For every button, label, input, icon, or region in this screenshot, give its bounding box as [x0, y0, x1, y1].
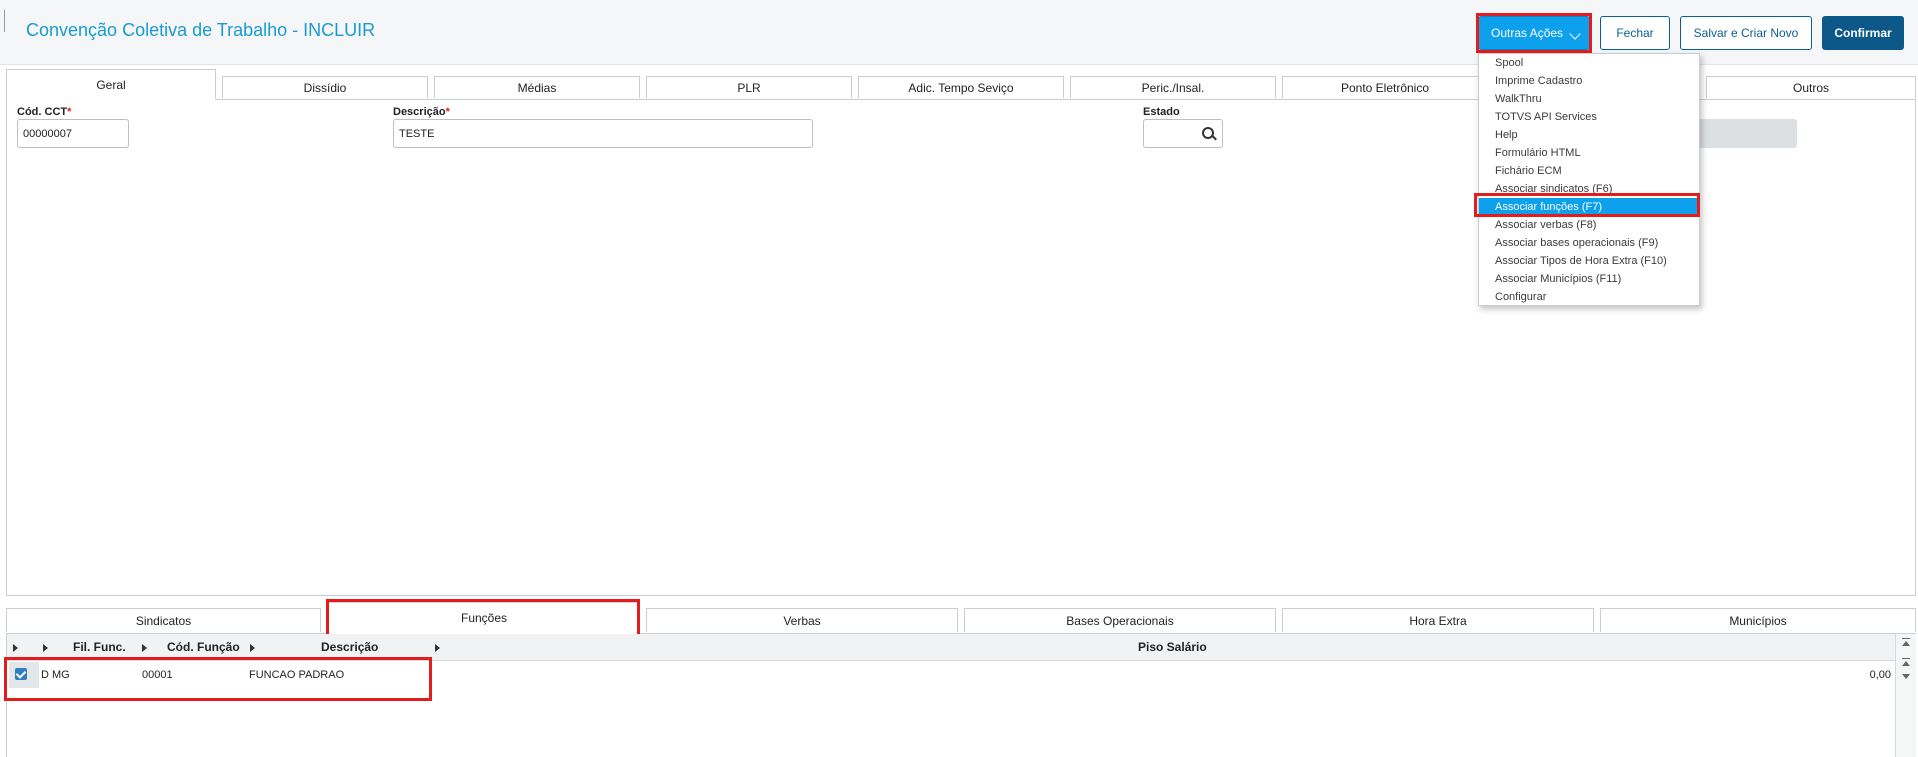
menu-item-configurar[interactable]: Configurar: [1479, 288, 1697, 306]
row-select-cell[interactable]: [9, 662, 39, 688]
estado-input[interactable]: [1143, 119, 1223, 148]
cod-cct-input[interactable]: 00000007: [17, 119, 129, 148]
menu-item-associar-hora-extra[interactable]: Associar Tipos de Hora Extra (F10): [1479, 252, 1697, 270]
menu-item-fichario-ecm[interactable]: Fichário ECM: [1479, 162, 1697, 180]
tab-peric-insal[interactable]: Peric./Insal.: [1070, 76, 1276, 98]
descricao-input[interactable]: TESTE: [393, 119, 813, 148]
cell-descricao: FUNCAO PADRAO: [249, 669, 345, 681]
cell-cod-funcao: 00001: [142, 669, 173, 681]
funcoes-grid: Fil. Func. Cód. Função Descrição Piso Sa…: [6, 634, 1916, 757]
col-cod-funcao[interactable]: Cód. Função: [167, 640, 240, 654]
menu-item-spool[interactable]: Spool: [1479, 54, 1697, 72]
menu-item-associar-verbas[interactable]: Associar verbas (F8): [1479, 216, 1697, 234]
salvar-criar-button[interactable]: Salvar e Criar Novo: [1680, 16, 1812, 50]
menu-item-walkthru[interactable]: WalkThru: [1479, 90, 1697, 108]
grid-scrollbar[interactable]: [1895, 634, 1916, 757]
tab-funcoes[interactable]: Funções: [328, 602, 640, 634]
tab-outros[interactable]: Outros: [1706, 76, 1916, 98]
menu-item-help[interactable]: Help: [1479, 126, 1697, 144]
bottom-tabs: Sindicatos Funções Verbas Bases Operacio…: [6, 602, 1916, 634]
scroll-down-icon[interactable]: [1902, 674, 1910, 679]
col-descricao[interactable]: Descrição: [321, 640, 378, 654]
table-row[interactable]: D MG 00001 FUNCAO PADRAO 0,00: [7, 662, 1895, 688]
column-arrow-icon[interactable]: [142, 644, 147, 652]
tab-plr[interactable]: PLR: [646, 76, 852, 98]
chevron-down-icon: [1569, 28, 1581, 40]
menu-item-formulario-html[interactable]: Formulário HTML: [1479, 144, 1697, 162]
menu-item-associar-sindicatos[interactable]: Associar sindicatos (F6): [1479, 180, 1697, 198]
fechar-button[interactable]: Fechar: [1600, 16, 1670, 50]
cell-piso-salario: 0,00: [1869, 669, 1891, 681]
menu-item-associar-funcoes[interactable]: Associar funções (F7): [1479, 198, 1697, 216]
tab-verbas[interactable]: Verbas: [646, 608, 958, 632]
tab-dissidio[interactable]: Dissídio: [222, 76, 428, 98]
cod-cct-label: Cód. CCT*: [17, 106, 72, 118]
tab-hora-extra[interactable]: Hora Extra: [1282, 608, 1594, 632]
header-edge: [4, 10, 5, 32]
scroll-up-icon[interactable]: [1902, 661, 1910, 666]
tab-adic-tempo[interactable]: Adic. Tempo Seviço: [858, 76, 1064, 98]
tab-ponto-eletronico[interactable]: Ponto Eletrônico: [1282, 76, 1488, 98]
search-icon[interactable]: [1202, 127, 1214, 139]
outras-acoes-menu: Spool Imprime Cadastro WalkThru TOTVS AP…: [1478, 53, 1700, 306]
descricao-label: Descrição*: [393, 106, 450, 118]
col-piso-salario[interactable]: Piso Salário: [1138, 640, 1207, 654]
menu-item-imprime-cadastro[interactable]: Imprime Cadastro: [1479, 72, 1697, 90]
column-arrow-icon[interactable]: [250, 644, 255, 652]
confirmar-button[interactable]: Confirmar: [1822, 16, 1904, 50]
checkbox-checked-icon[interactable]: [15, 668, 27, 680]
scroll-top-icon[interactable]: [1902, 641, 1910, 646]
tab-medias[interactable]: Médias: [434, 76, 640, 98]
outras-acoes-button[interactable]: Outras Ações: [1478, 16, 1590, 50]
cell-fil-func: D MG: [41, 669, 70, 681]
scroll-top-bar: [1902, 638, 1910, 639]
menu-item-associar-municipios[interactable]: Associar Municípios (F11): [1479, 270, 1697, 288]
tab-bases-operacionais[interactable]: Bases Operacionais: [964, 608, 1276, 632]
col-fil-func[interactable]: Fil. Func.: [73, 640, 126, 654]
scroll-bar-mark: [1902, 658, 1910, 659]
tab-geral[interactable]: Geral: [6, 69, 216, 100]
column-arrow-icon[interactable]: [13, 644, 18, 652]
disabled-field: [1687, 119, 1797, 148]
menu-item-associar-bases[interactable]: Associar bases operacionais (F9): [1479, 234, 1697, 252]
grid-header: Fil. Func. Cód. Função Descrição Piso Sa…: [7, 634, 1895, 661]
menu-item-totvs-api[interactable]: TOTVS API Services: [1479, 108, 1697, 126]
page-title: Convenção Coletiva de Trabalho - INCLUIR: [26, 20, 376, 40]
estado-label: Estado: [1143, 106, 1180, 118]
outras-acoes-label: Outras Ações: [1491, 26, 1564, 40]
tab-municipios[interactable]: Municípios: [1600, 608, 1916, 632]
column-arrow-icon[interactable]: [43, 644, 48, 652]
tab-sindicatos[interactable]: Sindicatos: [6, 608, 321, 632]
column-arrow-icon[interactable]: [435, 644, 440, 652]
